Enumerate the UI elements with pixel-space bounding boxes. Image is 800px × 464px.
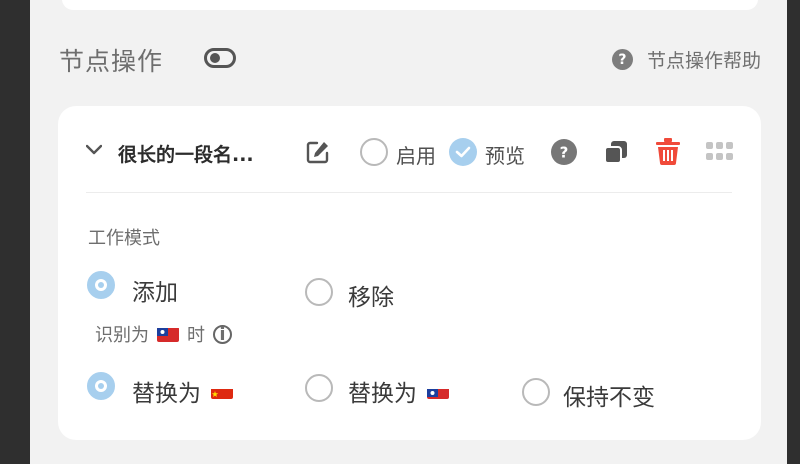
question-icon[interactable]: ? — [551, 139, 577, 165]
mode-add-radio[interactable] — [87, 271, 115, 299]
drag-handle-icon[interactable] — [706, 142, 734, 162]
taiwan-flag-icon — [157, 327, 179, 342]
preview-checkbox[interactable] — [449, 138, 477, 166]
check-icon — [455, 146, 471, 158]
mode-remove-label: 移除 — [348, 285, 394, 311]
previous-card — [62, 0, 758, 10]
trash-icon[interactable] — [655, 137, 681, 165]
replace-china-radio[interactable] — [87, 372, 115, 400]
toggle-knob — [210, 53, 220, 63]
node-name: 很长的一段名... — [118, 144, 254, 166]
condition-row: 识别为 时 i — [95, 321, 232, 347]
node-card: 很长的一段名... 启用 预览 ? 工作模式 添加 移除 识别为 时 i 替换为… — [58, 106, 761, 440]
keep-unchanged-radio[interactable] — [522, 378, 550, 406]
copy-icon[interactable] — [603, 139, 629, 165]
node-header: 很长的一段名... 启用 预览 ? — [58, 106, 761, 194]
svg-text:?: ? — [560, 144, 569, 162]
replace-taiwan-radio[interactable] — [305, 374, 333, 402]
replace-taiwan-option: 替换为 — [348, 374, 449, 408]
china-flag-icon — [211, 384, 233, 399]
section-title: 节点操作 — [59, 47, 164, 76]
enable-label: 启用 — [396, 144, 436, 168]
enable-radio[interactable] — [360, 138, 388, 166]
help-icon: ? — [611, 49, 633, 70]
divider — [86, 192, 732, 193]
taiwan-flag-icon — [427, 384, 449, 399]
condition-prefix: 识别为 — [95, 325, 149, 346]
condition-suffix: 时 — [187, 325, 205, 346]
replace-taiwan-label: 替换为 — [348, 381, 417, 407]
work-mode-label: 工作模式 — [88, 228, 160, 249]
preview-label: 预览 — [485, 144, 525, 168]
replace-china-option: 替换为 — [132, 374, 233, 408]
node-help-link[interactable]: ? 节点操作帮助 — [611, 46, 761, 73]
replace-china-label: 替换为 — [132, 381, 201, 407]
settings-panel: 节点操作 ? 节点操作帮助 很长的一段名... 启用 预览 ? 工作模式 添加 … — [30, 0, 787, 464]
chevron-down-icon[interactable] — [86, 142, 102, 158]
info-icon[interactable]: i — [213, 324, 232, 345]
section-toggle[interactable] — [204, 48, 236, 68]
help-label: 节点操作帮助 — [646, 50, 761, 72]
edit-icon[interactable] — [305, 139, 331, 165]
keep-unchanged-label: 保持不变 — [563, 385, 655, 411]
mode-remove-radio[interactable] — [305, 278, 333, 306]
mode-add-label: 添加 — [132, 280, 178, 306]
